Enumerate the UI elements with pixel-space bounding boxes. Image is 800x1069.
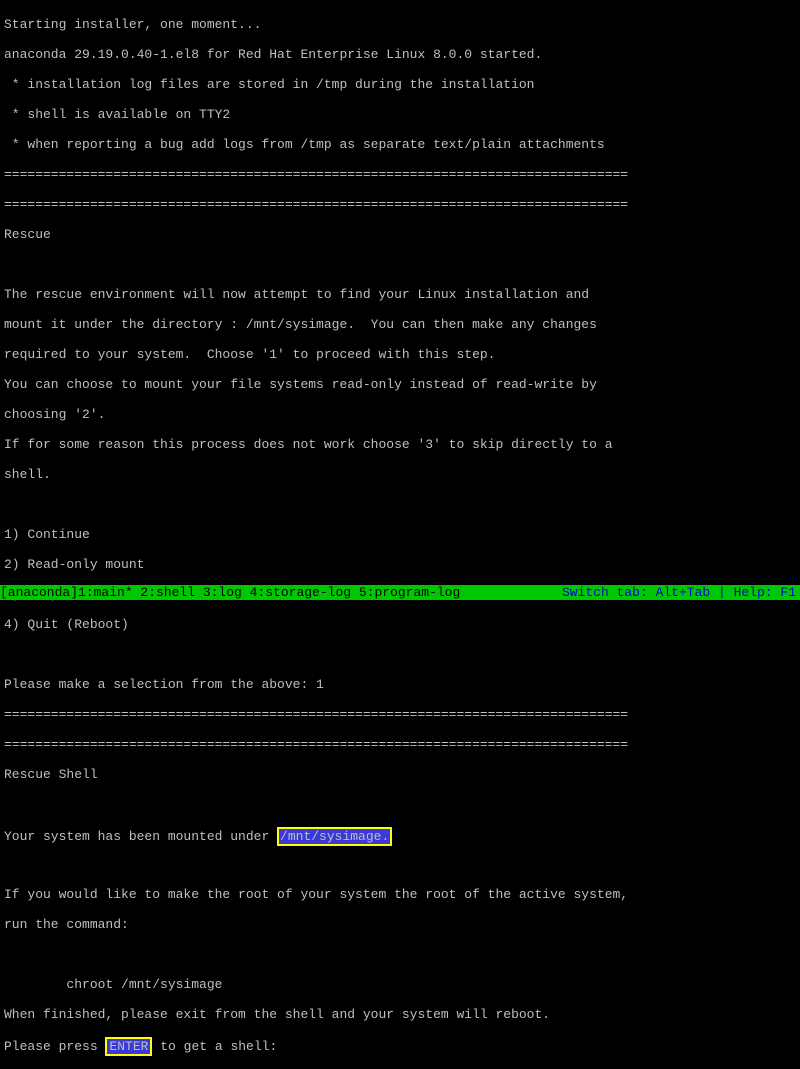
status-tabs[interactable]: [anaconda]1:main* 2:shell 3:log 4:storag… — [0, 585, 460, 600]
rescue-text: You can choose to mount your file system… — [4, 377, 796, 392]
rescue-text: If for some reason this process does not… — [4, 437, 796, 452]
shell-text: run the command: — [4, 917, 796, 932]
boot-line: Starting installer, one moment... — [4, 17, 796, 32]
section-title: Rescue — [4, 227, 796, 242]
press-post-text: to get a shell: — [152, 1039, 277, 1054]
boot-line: * installation log files are stored in /… — [4, 77, 796, 92]
blank-line — [4, 947, 796, 962]
boot-line: * when reporting a bug add logs from /tm… — [4, 137, 796, 152]
boot-line: anaconda 29.19.0.40-1.el8 for Red Hat En… — [4, 47, 796, 62]
blank-line — [4, 647, 796, 662]
enter-key-highlight: ENTER — [105, 1037, 152, 1056]
separator-line: ========================================… — [4, 737, 796, 752]
chroot-command: chroot /mnt/sysimage — [4, 977, 796, 992]
boot-line: * shell is available on TTY2 — [4, 107, 796, 122]
rescue-text: choosing '2'. — [4, 407, 796, 422]
separator-line: ========================================… — [4, 197, 796, 212]
press-pre-text: Please press — [4, 1039, 105, 1054]
menu-option-2[interactable]: 2) Read-only mount — [4, 557, 796, 572]
blank-line — [4, 797, 796, 812]
shell-text: If you would like to make the root of yo… — [4, 887, 796, 902]
mount-line: Your system has been mounted under /mnt/… — [4, 827, 796, 842]
press-enter-line[interactable]: Please press ENTER to get a shell: — [4, 1037, 796, 1052]
separator-line: ========================================… — [4, 707, 796, 722]
blank-line — [4, 497, 796, 512]
shell-text: When finished, please exit from the shel… — [4, 1007, 796, 1022]
status-help: Switch tab: Alt+Tab | Help: F1 — [562, 585, 800, 600]
section-title: Rescue Shell — [4, 767, 796, 782]
selection-prompt[interactable]: Please make a selection from the above: … — [4, 677, 796, 692]
separator-line: ========================================… — [4, 167, 796, 182]
rescue-text: shell. — [4, 467, 796, 482]
mount-pre-text: Your system has been mounted under — [4, 829, 277, 844]
menu-option-4[interactable]: 4) Quit (Reboot) — [4, 617, 796, 632]
rescue-text: mount it under the directory : /mnt/sysi… — [4, 317, 796, 332]
blank-line — [4, 857, 796, 872]
menu-option-1[interactable]: 1) Continue — [4, 527, 796, 542]
rescue-text: The rescue environment will now attempt … — [4, 287, 796, 302]
mount-path-highlight: /mnt/sysimage. — [277, 827, 392, 846]
status-bar: [anaconda]1:main* 2:shell 3:log 4:storag… — [0, 585, 800, 600]
rescue-text: required to your system. Choose '1' to p… — [4, 347, 796, 362]
terminal-output: Starting installer, one moment... anacon… — [0, 0, 800, 1069]
blank-line — [4, 257, 796, 272]
